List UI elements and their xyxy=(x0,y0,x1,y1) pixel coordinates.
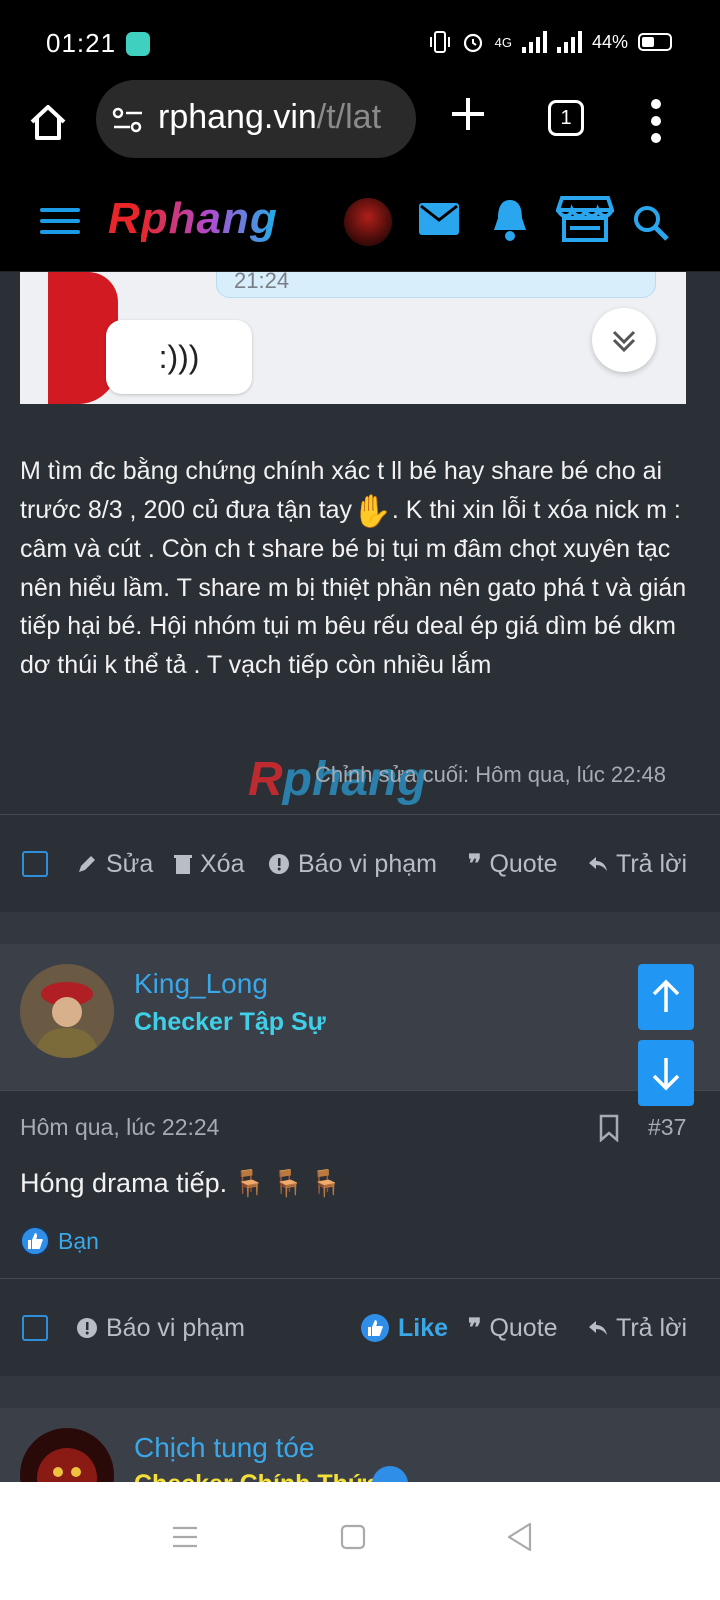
app-notification-icon xyxy=(126,32,150,56)
signal-2-icon xyxy=(556,31,582,53)
like-icon xyxy=(361,1314,389,1342)
quote-icon: ❞ xyxy=(468,850,482,878)
back-icon[interactable] xyxy=(506,1522,534,1552)
inbox-icon[interactable] xyxy=(418,202,460,236)
divider xyxy=(0,1090,720,1091)
select-checkbox[interactable] xyxy=(22,851,48,877)
like-reaction-icon xyxy=(20,1226,50,1256)
like-button[interactable]: Like xyxy=(360,1280,448,1376)
post-number[interactable]: #37 xyxy=(648,1114,686,1141)
post-separator xyxy=(0,912,720,944)
bell-icon[interactable] xyxy=(490,196,530,242)
recent-apps-icon[interactable] xyxy=(172,1524,198,1550)
site-header: Rphang xyxy=(0,180,720,272)
divider xyxy=(0,814,720,815)
status-time: 01:21 xyxy=(46,28,117,58)
username[interactable]: Chịch tung tóe xyxy=(134,1432,315,1464)
more-options-icon[interactable] xyxy=(648,98,664,144)
post-header: Chịch tung tóe Checker Chính Thức xyxy=(0,1408,720,1482)
reaction-summary[interactable]: Bạn xyxy=(20,1226,99,1256)
status-bar: 01:21 4G 44% xyxy=(0,0,720,80)
post-header: King_Long Checker Tập Sự xyxy=(0,944,720,1090)
post-date[interactable]: Hôm qua, lúc 22:24 xyxy=(20,1114,219,1141)
address-bar[interactable]: rphang.vin/t/lat xyxy=(96,80,416,158)
alarm-icon xyxy=(463,33,482,53)
quote-button[interactable]: ❞ Quote xyxy=(468,816,558,912)
post-separator xyxy=(0,1376,720,1408)
network-type: 4G xyxy=(494,34,512,50)
status-indicators: 4G 44% xyxy=(429,30,672,54)
reply-icon xyxy=(589,857,607,871)
battery-percent: 44% xyxy=(591,31,628,52)
reply-icon xyxy=(589,1321,607,1335)
reply-button[interactable]: Trả lời xyxy=(588,1280,687,1376)
scroll-to-bottom-button[interactable] xyxy=(638,1040,694,1106)
chat-scroll-down-icon xyxy=(592,308,656,372)
scroll-to-top-button[interactable] xyxy=(638,964,694,1030)
bookmark-icon[interactable] xyxy=(598,1114,620,1142)
verified-icon xyxy=(372,1466,408,1482)
system-navigation-bar xyxy=(0,1482,720,1600)
user-avatar[interactable] xyxy=(344,198,392,246)
user-avatar[interactable] xyxy=(20,1428,114,1482)
post-body: M tìm đc bằng chứng chính xác t ll bé ha… xyxy=(20,457,687,679)
chat-bubble-message: :))) xyxy=(106,320,252,394)
user-title: Checker Chính Thức xyxy=(134,1470,380,1482)
url-text: rphang.vin/t/lat xyxy=(158,98,381,137)
vibrate-icon xyxy=(429,31,450,53)
tab-switcher-button[interactable]: 1 xyxy=(548,100,584,136)
report-button[interactable]: Báo vi phạm xyxy=(268,816,437,912)
alert-icon xyxy=(269,854,289,874)
url-path: /t/lat xyxy=(316,98,382,136)
edit-button[interactable]: Sửa xyxy=(76,816,153,912)
reaction-users[interactable]: Bạn xyxy=(58,1228,99,1255)
site-settings-icon[interactable] xyxy=(112,106,144,134)
search-icon[interactable] xyxy=(632,204,670,242)
chair-emoji: 🪑 xyxy=(271,1168,304,1198)
alert-icon xyxy=(77,1318,97,1338)
browser-toolbar: rphang.vin/t/lat 1 xyxy=(0,80,720,180)
report-button[interactable]: Báo vi phạm xyxy=(76,1280,245,1376)
username[interactable]: King_Long xyxy=(134,968,268,1000)
menu-icon[interactable] xyxy=(40,208,80,238)
battery-icon xyxy=(638,33,672,51)
site-logo[interactable]: Rphang xyxy=(108,194,278,244)
home-nav-icon[interactable] xyxy=(340,1524,366,1550)
chair-emoji: 🪑 xyxy=(309,1168,343,1198)
post-body: Hóng drama tiếp. 🪑 🪑 🪑 xyxy=(20,1168,343,1198)
embedded-chat-screenshot: 21:24 :))) xyxy=(20,272,686,404)
delete-button[interactable]: Xóa xyxy=(174,816,244,912)
quote-icon: ❞ xyxy=(468,1314,482,1342)
pencil-icon xyxy=(79,856,95,872)
home-icon[interactable] xyxy=(26,100,70,144)
raised-hand-emoji: ✋ xyxy=(351,492,392,529)
post-actions: Sửa Xóa Báo vi phạm ❞ Quote Trả lời xyxy=(0,816,720,912)
trash-icon xyxy=(174,855,192,874)
signal-icon xyxy=(521,31,547,53)
user-avatar[interactable] xyxy=(20,964,114,1058)
new-tab-icon[interactable] xyxy=(448,94,488,134)
reply-button[interactable]: Trả lời xyxy=(588,816,687,912)
post-actions: Báo vi phạm Like ❞ Quote Trả lời xyxy=(0,1280,720,1376)
user-title: Checker Tập Sự xyxy=(134,1008,326,1036)
select-checkbox[interactable] xyxy=(22,1315,48,1341)
store-icon[interactable] xyxy=(556,194,614,244)
url-domain: rphang.vin xyxy=(158,98,317,136)
divider xyxy=(0,1278,720,1279)
chat-timestamp: 21:24 xyxy=(234,272,290,293)
chair-emoji: 🪑 xyxy=(233,1168,266,1198)
quote-button[interactable]: ❞ Quote xyxy=(468,1280,558,1376)
last-edit-note: Chỉnh sửa cuối: Hôm qua, lúc 22:48 xyxy=(314,762,666,787)
